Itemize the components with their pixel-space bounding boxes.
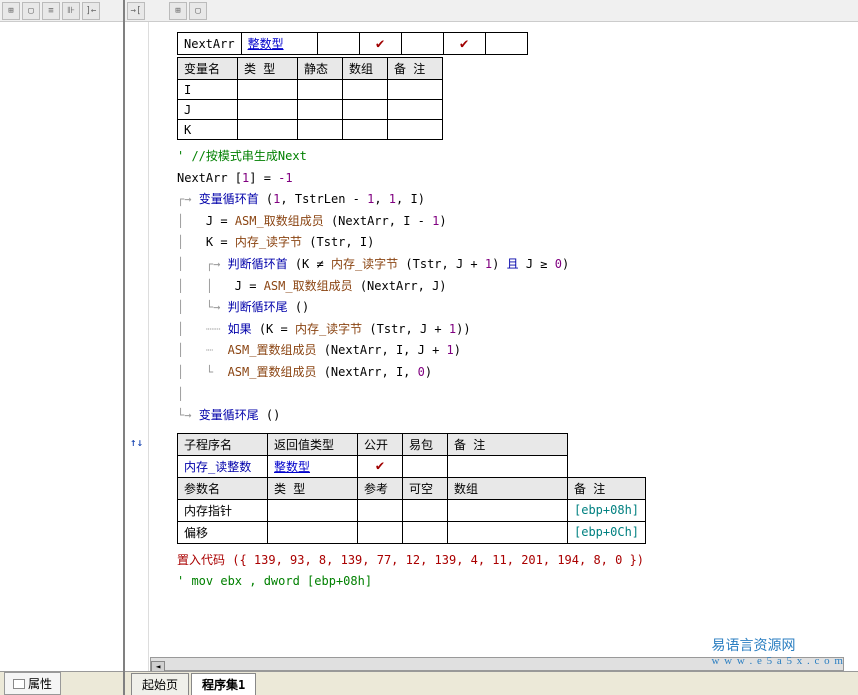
th: 返回值类型 <box>268 433 358 455</box>
toolbar: ⊞ ▢ ≡ ⊪ ]← <box>0 0 123 22</box>
left-panel: ⊞ ▢ ≡ ⊪ ]← 属性 <box>0 0 125 695</box>
th: 类 型 <box>268 477 358 499</box>
left-body <box>0 22 123 671</box>
tb-icon[interactable]: ▢ <box>22 2 40 20</box>
asm-block[interactable]: 置入代码 ({ 139, 93, 8, 139, 77, 12, 139, 4,… <box>177 550 850 593</box>
check-icon: ✔ <box>376 36 384 52</box>
th: 子程序名 <box>178 433 268 455</box>
th: 类 型 <box>238 58 298 80</box>
th: 变量名 <box>178 58 238 80</box>
th: 备 注 <box>388 58 443 80</box>
code-area[interactable]: NextArr 整数型 ✔ ✔ 变量名 类 型 静态 数组 备 注 I <box>149 22 858 695</box>
tab-start[interactable]: 起始页 <box>131 673 189 695</box>
th: 数组 <box>448 477 568 499</box>
asm-line: 置入代码 ({ 139, 93, 8, 139, 77, 12, 139, 4,… <box>177 553 644 567</box>
check-icon: ✔ <box>460 36 468 52</box>
ret-type[interactable]: 整数型 <box>274 460 310 474</box>
param-note: [ebp+0Ch] <box>574 525 639 539</box>
cycle-icon[interactable]: ↑↓ <box>130 436 143 449</box>
tb-icon[interactable]: ≡ <box>42 2 60 20</box>
prop-label: 属性 <box>28 675 52 692</box>
top-var-row: NextArr 整数型 ✔ ✔ <box>177 32 528 55</box>
var-type[interactable]: 整数型 <box>248 37 284 51</box>
asm-comment: ' mov ebx , dword [ebp+08h] <box>177 574 372 588</box>
tb-icon[interactable]: ⊞ <box>169 2 187 20</box>
th: 静态 <box>298 58 343 80</box>
th: 可空 <box>403 477 448 499</box>
left-bottom-bar: 属性 <box>0 671 123 695</box>
th: 数组 <box>343 58 388 80</box>
th: 参考 <box>358 477 403 499</box>
watermark-text: 易语言资源网 <box>711 635 844 655</box>
th: 易包 <box>403 433 448 455</box>
param-name[interactable]: 偏移 <box>178 521 268 543</box>
code-block[interactable]: ' //按模式串生成Next NextArr [1] = -1 ┌→ 变量循环首… <box>177 146 850 427</box>
var-name: NextArr <box>178 33 242 55</box>
comment: ' //按模式串生成Next <box>177 149 307 163</box>
td[interactable]: J <box>178 100 238 120</box>
tb-icon[interactable]: →[ <box>127 2 145 20</box>
right-panel: →[ ⊞ ▢ ↑↓ NextArr 整数型 ✔ ✔ <box>125 0 858 695</box>
tb-icon[interactable]: ⊞ <box>2 2 20 20</box>
sub-table: 子程序名 返回值类型 公开 易包 备 注 内存_读整数 整数型 ✔ 参数名 类 … <box>177 433 646 544</box>
watermark: 易语言资源网 w w w . e 5 a 5 x . c o m <box>711 635 844 667</box>
param-note: [ebp+08h] <box>574 503 639 517</box>
prop-icon <box>13 679 25 689</box>
tab-program-set[interactable]: 程序集1 <box>191 673 256 695</box>
nav-arrows: ↑↓ <box>125 22 149 695</box>
td[interactable]: K <box>178 120 238 140</box>
watermark-url: w w w . e 5 a 5 x . c o m <box>711 655 844 667</box>
bottom-tabs: 起始页 程序集1 <box>125 671 858 695</box>
th: 公开 <box>358 433 403 455</box>
tb-icon[interactable]: ]← <box>82 2 100 20</box>
tb-icon[interactable]: ▢ <box>189 2 207 20</box>
toolbar2: →[ ⊞ ▢ <box>125 0 858 22</box>
th: 参数名 <box>178 477 268 499</box>
check-icon: ✔ <box>376 458 384 474</box>
tb-icon[interactable]: ⊪ <box>62 2 80 20</box>
param-name[interactable]: 内存指针 <box>178 499 268 521</box>
td[interactable]: I <box>178 80 238 100</box>
th: 备 注 <box>448 433 568 455</box>
properties-tab[interactable]: 属性 <box>4 672 61 695</box>
sub-name[interactable]: 内存_读整数 <box>184 460 251 474</box>
th: 备 注 <box>568 477 646 499</box>
var-table: 变量名 类 型 静态 数组 备 注 I J K <box>177 57 443 140</box>
